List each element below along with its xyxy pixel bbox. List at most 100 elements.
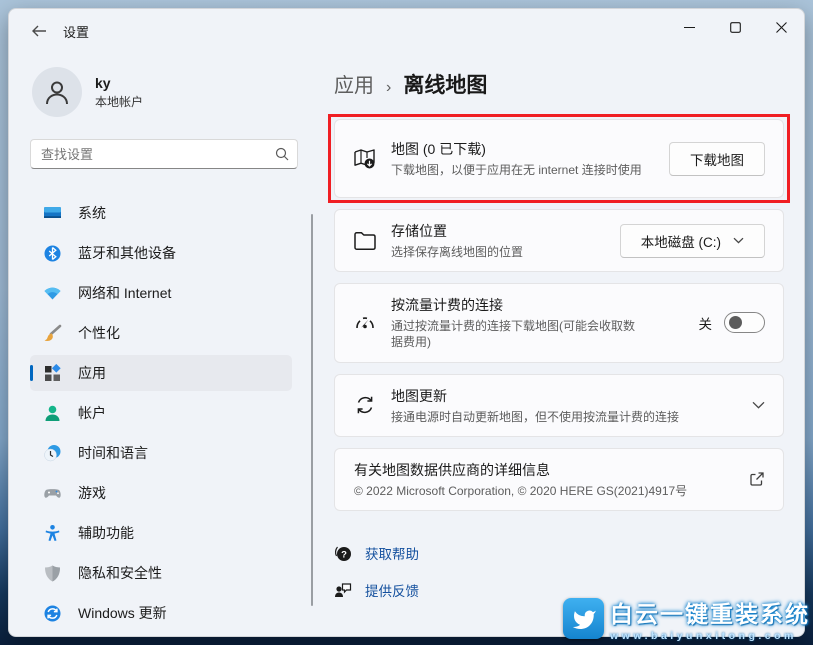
sidebar-item-label: 系统 [78,203,106,223]
watermark-bird-logo-icon [563,598,604,639]
metered-connection-icon [353,311,377,335]
avatar [32,67,82,117]
sidebar-item-label: 蓝牙和其他设备 [78,243,176,263]
sidebar-item-privacy[interactable]: 隐私和安全性 [30,555,292,591]
breadcrumb-parent[interactable]: 应用 [334,69,374,98]
sidebar-item-accounts[interactable]: 帐户 [30,395,292,431]
sidebar-item-time-language[interactable]: 时间和语言 [30,435,292,471]
get-help-label[interactable]: 获取帮助 [365,543,419,563]
card-metered-connections: 按流量计费的连接 通过按流量计费的连接下载地图(可能会收取数据费用) 关 [334,283,784,362]
give-feedback-label[interactable]: 提供反馈 [365,580,419,600]
help-links: ? 获取帮助 提供反馈 [334,543,804,600]
card-description: 接通电源时自动更新地图，但不使用按流量计费的连接 [391,409,751,425]
sidebar-item-system[interactable]: 系统 [30,195,292,231]
breadcrumb-separator: › [386,79,391,97]
get-help-link[interactable]: ? 获取帮助 [334,543,804,563]
main-content: 应用 › 离线地图 地图 (0 已下载) 下载地图，以便于应用在无 intern… [303,53,804,637]
watermark-url: www.baiyunxitong.com [610,630,810,642]
sidebar-item-label: 隐私和安全性 [78,563,162,583]
personalization-icon [43,324,62,343]
sidebar-item-personalization[interactable]: 个性化 [30,315,292,351]
card-map-updates[interactable]: 地图更新 接通电源时自动更新地图，但不使用按流量计费的连接 [334,374,784,437]
breadcrumb: 应用 › 离线地图 [334,69,804,99]
sidebar-nav: 系统 蓝牙和其他设备 网络和 Internet 个性化 [30,195,303,631]
dropdown-value: 本地磁盘 (C:) [641,231,721,251]
close-icon [776,22,787,33]
minimize-button[interactable] [666,9,712,45]
watermark-title: 白云一键重装系统 [610,595,810,629]
storage-drive-dropdown[interactable]: 本地磁盘 (C:) [620,224,765,258]
person-icon [43,78,71,106]
card-maps-download: 地图 (0 已下载) 下载地图，以便于应用在无 internet 连接时使用 下… [334,119,784,198]
system-icon [43,204,62,223]
card-title: 地图 (0 已下载) [391,139,669,159]
card-description: 通过按流量计费的连接下载地图(可能会收取数据费用) [391,318,646,350]
sidebar-item-label: 网络和 Internet [78,283,171,303]
red-highlight-box: 地图 (0 已下载) 下载地图，以便于应用在无 internet 连接时使用 下… [328,114,790,203]
sidebar-item-label: 应用 [78,363,106,383]
sidebar-item-bluetooth[interactable]: 蓝牙和其他设备 [30,235,292,271]
sidebar-item-network[interactable]: 网络和 Internet [30,275,292,311]
card-description: 下载地图，以便于应用在无 internet 连接时使用 [391,162,646,178]
watermark: 白云一键重装系统 www.baiyunxitong.com [563,595,810,642]
maximize-icon [730,22,741,33]
svg-text:?: ? [341,549,347,560]
get-help-icon: ? [334,544,352,562]
card-map-data-providers[interactable]: 有关地图数据供应商的详细信息 © 2022 Microsoft Corporat… [334,448,784,511]
user-account-type: 本地帐户 [95,93,143,110]
card-title: 地图更新 [391,386,752,406]
toggle-knob [729,316,742,329]
bird-icon [570,605,597,632]
search-icon [275,147,289,161]
card-description: © 2022 Microsoft Corporation, © 2020 HER… [354,483,749,499]
bluetooth-icon [43,244,62,263]
search-box[interactable] [30,139,298,169]
sidebar-item-windows-update[interactable]: Windows 更新 [30,595,292,631]
sidebar-item-apps[interactable]: 应用 [30,355,292,391]
sidebar-item-label: Windows 更新 [78,603,167,623]
gaming-icon [43,484,62,503]
sidebar: ky 本地帐户 系统 蓝牙和其他设备 [9,53,303,637]
sync-icon [353,393,377,417]
page-title: 离线地图 [403,69,487,99]
toggle-state-label: 关 [699,313,713,333]
sidebar-scrollbar[interactable] [311,214,313,606]
apps-icon [43,364,62,383]
card-storage-location: 存储位置 选择保存离线地图的位置 本地磁盘 (C:) [334,209,784,272]
titlebar: 设置 [9,9,804,53]
back-arrow-icon [32,25,47,37]
settings-window: 设置 ky 本地帐户 [8,8,805,637]
search-input[interactable] [41,147,275,162]
sidebar-item-label: 帐户 [78,403,106,423]
user-profile[interactable]: ky 本地帐户 [32,67,303,117]
expand-chevron-icon[interactable] [752,401,765,409]
windows-update-icon [43,604,62,623]
accounts-icon [43,404,62,423]
window-title: 设置 [63,22,89,41]
privacy-icon [43,564,62,583]
sidebar-item-label: 辅助功能 [78,523,134,543]
time-language-icon [43,444,62,463]
sidebar-item-gaming[interactable]: 游戏 [30,475,292,511]
sidebar-item-label: 时间和语言 [78,443,148,463]
close-button[interactable] [758,9,804,45]
external-link-icon[interactable] [749,471,765,487]
desktop-background: 设置 ky 本地帐户 [0,0,813,645]
back-button[interactable] [23,17,55,45]
card-title: 有关地图数据供应商的详细信息 [354,460,749,480]
map-download-icon [353,146,377,172]
sidebar-item-label: 游戏 [78,483,106,503]
metered-connection-toggle[interactable] [724,312,765,333]
sidebar-item-label: 个性化 [78,323,120,343]
sidebar-item-accessibility[interactable]: 辅助功能 [30,515,292,551]
folder-icon [353,230,377,252]
download-maps-button[interactable]: 下载地图 [669,142,765,176]
give-feedback-icon [334,581,352,599]
maximize-button[interactable] [712,9,758,45]
card-title: 存储位置 [391,221,620,241]
card-title: 按流量计费的连接 [391,295,699,315]
accessibility-icon [43,524,62,543]
card-description: 选择保存离线地图的位置 [391,244,620,260]
user-name: ky [95,75,143,91]
network-icon [43,284,62,303]
